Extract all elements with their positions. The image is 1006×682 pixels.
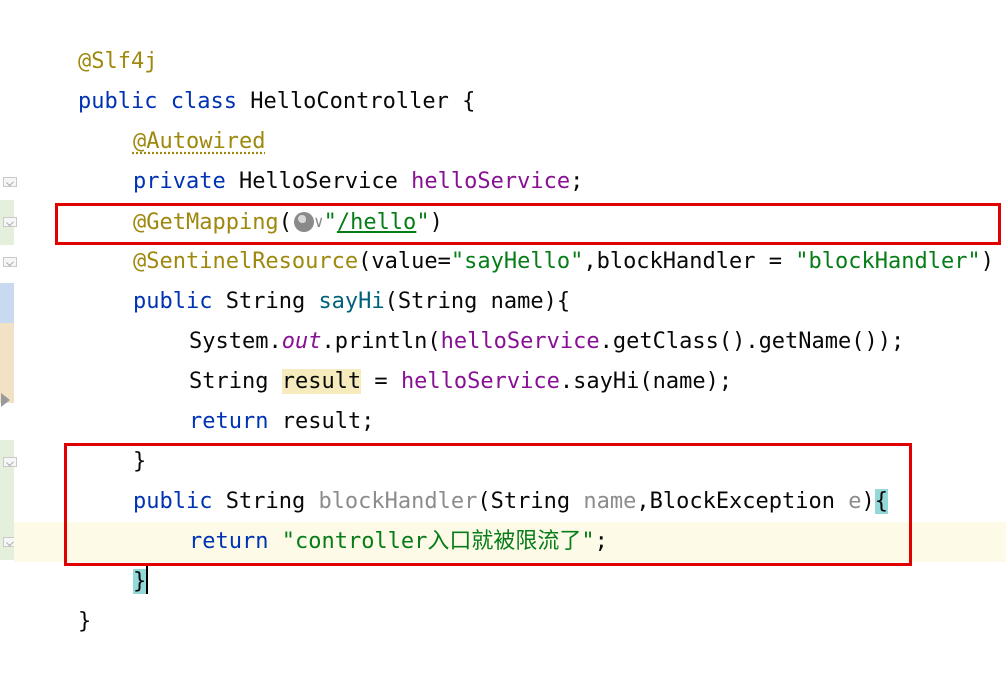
class-name: HelloController xyxy=(250,89,449,114)
vcs-change-marker xyxy=(0,323,14,403)
highlight-box-annotation xyxy=(55,203,1001,245)
fold-icon[interactable] xyxy=(3,177,17,187)
code-line-4: private HelloService helloService; xyxy=(80,122,583,194)
code-line-11: } xyxy=(80,402,146,474)
vcs-change-marker xyxy=(0,283,14,323)
code-text: ,blockHandler = xyxy=(583,249,796,274)
field-name: helloService xyxy=(400,369,560,394)
fold-icon[interactable] xyxy=(3,217,17,227)
code-text: { xyxy=(448,89,476,114)
code-line-8: System.out.println(helloService.getClass… xyxy=(136,282,904,354)
text-cursor xyxy=(146,564,149,594)
code-line-2: public class HelloController { xyxy=(25,42,475,114)
string-literal: "blockHandler" xyxy=(795,249,981,274)
code-line-1: @Slf4j xyxy=(25,2,157,74)
run-gutter-arrow-icon[interactable] xyxy=(1,393,10,407)
code-line-7: public String sayHi(String name){ xyxy=(80,242,570,314)
code-line-3: @Autowired xyxy=(80,82,265,154)
code-text: result; xyxy=(268,409,375,434)
code-text: .sayHi(name); xyxy=(559,369,733,394)
fold-icon[interactable] xyxy=(3,457,17,467)
code-text: ) xyxy=(980,249,994,274)
keyword: return xyxy=(188,409,269,434)
code-line-9: String result = helloService.sayHi(name)… xyxy=(136,322,732,394)
highlight-box-method xyxy=(64,443,912,566)
editor-gutter xyxy=(0,0,17,610)
code-line-15: } xyxy=(25,562,91,634)
code-line-10: return result; xyxy=(136,362,374,434)
code-line-5: @GetMapping(∨"/hello") xyxy=(80,162,443,235)
matched-brace: } xyxy=(132,569,147,594)
code-text: } xyxy=(77,609,92,634)
code-text: ; xyxy=(570,169,584,194)
fold-icon[interactable] xyxy=(3,257,17,267)
